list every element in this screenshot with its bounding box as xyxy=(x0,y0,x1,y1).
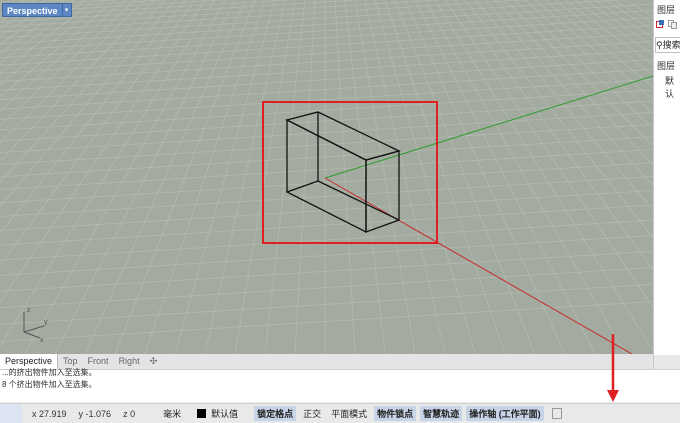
viewport-tabs: Perspective Top Front Right ✣ xyxy=(0,354,653,369)
panel-title: 图层 xyxy=(657,5,676,15)
layer-toolbar xyxy=(656,20,677,29)
status-toggle-1[interactable]: 正交 xyxy=(300,406,324,421)
construction-grid xyxy=(0,0,653,354)
viewport-canvas[interactable]: z y x xyxy=(0,0,653,354)
layer-row-default[interactable]: 默认 xyxy=(665,74,680,100)
status-toggle-4[interactable]: 智慧轨迹 xyxy=(420,406,463,421)
current-layer-label: 默认值 xyxy=(211,409,239,419)
command-line-2: 8 个挤出物件加入至选集。 xyxy=(2,380,97,389)
coord-x: x 27.919 xyxy=(32,408,67,419)
viewport-title[interactable]: Perspective xyxy=(2,3,63,17)
current-layer[interactable]: 默认值 xyxy=(197,407,238,420)
status-bar: x 27.919 y -1.076 z 0 毫米 默认值 锁定格点 正交 平面模式物… xyxy=(0,403,680,423)
x-axis-line xyxy=(324,177,633,354)
search-placeholder: 搜索 xyxy=(662,40,680,50)
new-layer-icon[interactable] xyxy=(656,20,665,29)
status-toggle-2[interactable]: 平面模式 xyxy=(328,406,370,421)
gizmo-x-label: x xyxy=(40,337,44,344)
status-toggle-0[interactable]: 锁定格点 xyxy=(254,406,297,421)
tab-right[interactable]: Right xyxy=(114,354,145,369)
coord-z: z 0 xyxy=(123,408,136,419)
gizmo-y-label: y xyxy=(44,319,48,326)
coord-y: y -1.076 xyxy=(78,408,112,419)
status-toggle-3[interactable]: 物件锁点 xyxy=(374,406,417,421)
viewport-menu-chevron-icon[interactable]: ▾ xyxy=(62,3,72,17)
viewport-title-tab[interactable]: Perspective ▾ xyxy=(2,3,72,17)
search-icon: ⚲ xyxy=(656,40,663,50)
status-toggle-5[interactable]: 操作轴 (工作平面) xyxy=(466,406,544,421)
perspective-viewport[interactable]: z y x Perspective ▾ xyxy=(0,0,653,354)
layer-color-swatch xyxy=(197,409,207,418)
status-left-block xyxy=(0,404,22,423)
layers-panel: 图层 ⚲搜索 图层 默认 xyxy=(653,0,680,370)
units-label[interactable]: 毫米 xyxy=(163,407,181,420)
lock-icon[interactable] xyxy=(551,408,562,419)
copy-layer-icon[interactable] xyxy=(668,20,677,29)
add-viewport-icon[interactable]: ✣ xyxy=(145,356,163,367)
command-history: ...的挤出物件加入至选集。 8 个挤出物件加入至选集。 xyxy=(0,368,680,402)
command-line-1: ...的挤出物件加入至选集。 xyxy=(2,368,97,377)
panel-scrollbar[interactable] xyxy=(654,355,680,369)
layer-search-input[interactable]: ⚲搜索 xyxy=(655,37,680,53)
layers-column-header: 图层 xyxy=(657,61,676,71)
status-toggles: 锁定格点 正交 平面模式 物件锁点 智慧轨迹 操作轴 (工作平面) xyxy=(254,406,548,421)
gizmo-z-label: z xyxy=(27,307,31,314)
